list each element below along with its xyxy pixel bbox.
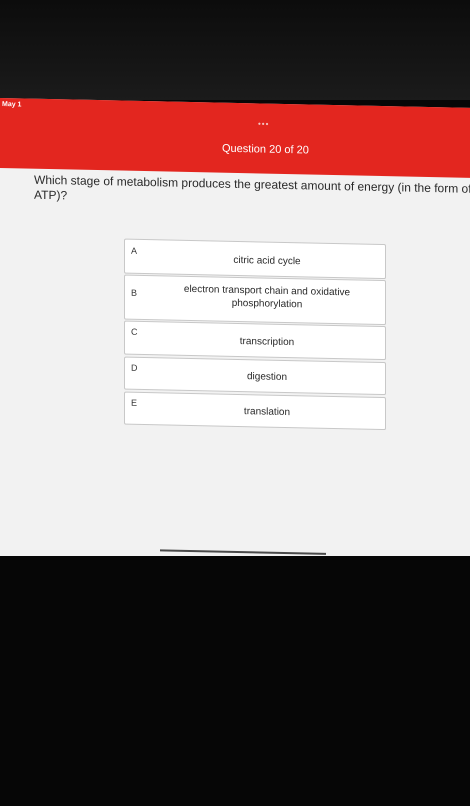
answer-letter: D — [131, 362, 138, 373]
answer-option-e[interactable]: E translation — [124, 391, 386, 431]
question-counter: Question 20 of 20 — [222, 142, 309, 157]
home-indicator[interactable] — [160, 549, 326, 555]
status-date: May 1 — [2, 101, 22, 109]
quiz-screen: May 1 ••• Question 20 of 20 Which stage … — [0, 98, 470, 566]
more-options-icon[interactable]: ••• — [258, 119, 269, 128]
answer-text: digestion — [246, 371, 288, 384]
answer-text: citric acid cycle — [233, 254, 301, 268]
answer-text: translation — [243, 406, 291, 419]
device-bezel-top — [0, 0, 470, 100]
answer-text: electron transport chain and oxidative p… — [183, 283, 351, 311]
quiz-header: May 1 ••• Question 20 of 20 — [0, 98, 470, 178]
answer-option-c[interactable]: C transcription — [124, 320, 386, 361]
answer-letter: B — [131, 287, 138, 298]
device-bezel-bottom — [0, 556, 470, 806]
answer-text: transcription — [239, 336, 295, 349]
answer-letter: E — [131, 397, 138, 408]
answer-option-a[interactable]: A citric acid cycle — [124, 238, 386, 280]
question-text: Which stage of metabolism produces the g… — [34, 172, 470, 203]
answer-option-d[interactable]: D digestion — [124, 356, 386, 396]
answer-option-b[interactable]: B electron transport chain and oxidative… — [124, 274, 386, 326]
answer-letter: A — [131, 245, 138, 256]
answer-letter: C — [131, 326, 138, 337]
